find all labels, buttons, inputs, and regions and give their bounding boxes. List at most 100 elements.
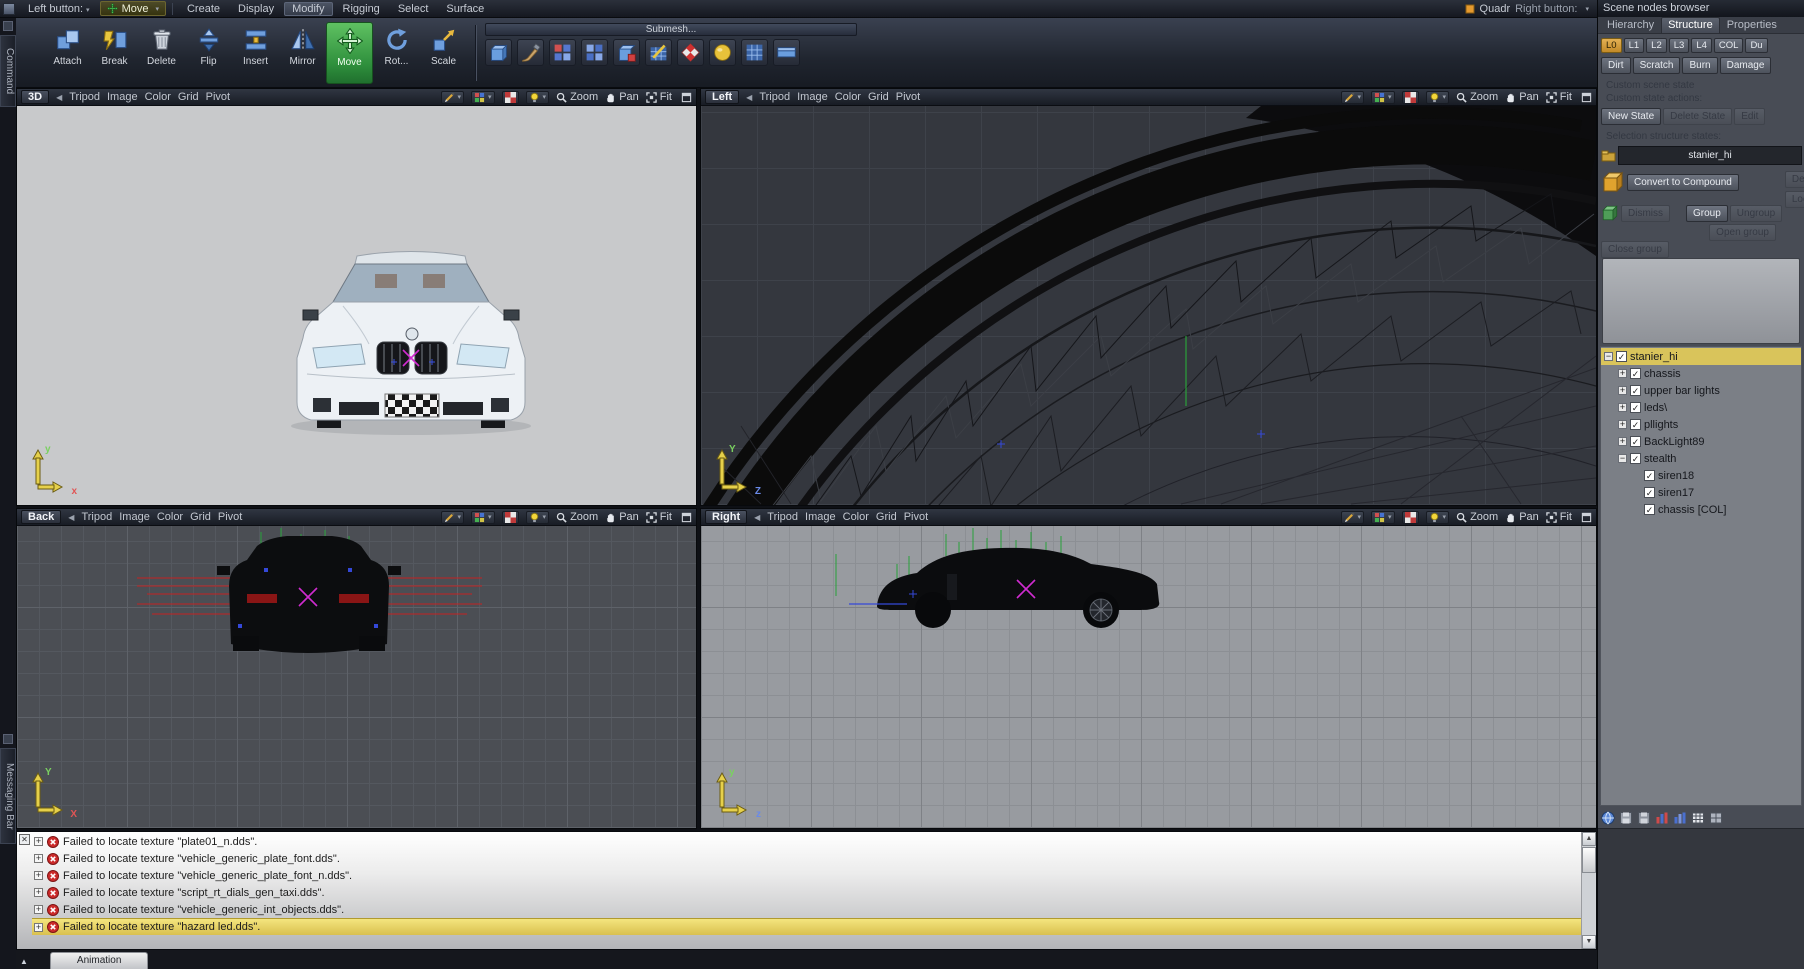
viewport-menu-tripod[interactable]: Tripod [81, 511, 112, 523]
fit-button[interactable]: Fit [1546, 91, 1572, 103]
ungroup-button[interactable]: Ungroup [1730, 205, 1782, 222]
menu-surface[interactable]: Surface [438, 2, 492, 16]
delete-state-button[interactable]: Delete State [1663, 108, 1732, 125]
message-row[interactable]: + Failed to locate texture "hazard led.d… [32, 918, 1581, 935]
new-state-button[interactable]: New State [1601, 108, 1661, 125]
group-button[interactable]: Group [1686, 205, 1728, 222]
expand-icon[interactable]: + [34, 905, 43, 914]
lod-l4-button[interactable]: L4 [1691, 38, 1712, 53]
collapse-arrow-icon[interactable]: ◀ [746, 93, 752, 102]
menu-create[interactable]: Create [179, 2, 228, 16]
scale-button[interactable]: Scale [420, 22, 467, 84]
left-button-selector[interactable]: Left button:▾ [20, 2, 98, 16]
scrollbar-thumb[interactable] [1582, 847, 1596, 873]
rotate-button[interactable]: Rot... [373, 22, 420, 84]
expand-icon[interactable]: + [34, 837, 43, 846]
node-checkbox[interactable]: ✓ [1630, 368, 1641, 379]
edit-state-button[interactable]: Edit [1734, 108, 1765, 125]
expand-dock-icon[interactable]: ▲ [20, 957, 28, 966]
viewport-menu-image[interactable]: Image [107, 91, 138, 103]
texture-mode-icon[interactable] [1402, 91, 1419, 104]
zoom-button[interactable]: Zoom [556, 91, 598, 103]
flip-button[interactable]: Flip [185, 22, 232, 84]
vertex-color-icon[interactable]: ▾ [1371, 91, 1395, 104]
scratch-button[interactable]: Scratch [1633, 57, 1681, 74]
viewport-menu-pivot[interactable]: Pivot [206, 91, 230, 103]
del-button[interactable]: Del [1785, 171, 1804, 188]
viewport-name[interactable]: 3D [21, 90, 49, 104]
maximize-icon[interactable] [681, 92, 692, 103]
uv-quads-tool-button[interactable] [549, 39, 576, 66]
world-icon[interactable] [1601, 811, 1615, 825]
convert-to-compound-button[interactable]: Convert to Compound [1627, 174, 1739, 191]
tab-properties[interactable]: Properties [1721, 18, 1783, 33]
node-checkbox[interactable]: ✓ [1616, 351, 1627, 362]
viewport-menu-color[interactable]: Color [145, 91, 171, 103]
viewport-menu-color[interactable]: Color [157, 511, 183, 523]
viewport-menu-grid[interactable]: Grid [868, 91, 889, 103]
node-checkbox[interactable]: ✓ [1644, 487, 1655, 498]
fit-button[interactable]: Fit [1546, 511, 1572, 523]
message-row[interactable]: + Failed to locate texture "vehicle_gene… [32, 901, 1581, 918]
node-checkbox[interactable]: ✓ [1630, 436, 1641, 447]
draw-mode-icon[interactable]: ▾ [441, 91, 465, 104]
delete-button[interactable]: Delete [138, 22, 185, 84]
viewport-name[interactable]: Back [21, 510, 61, 524]
tree-node[interactable]: + ✓ chassis [1601, 365, 1801, 382]
state-name-field[interactable]: stanier_hi [1618, 146, 1802, 165]
pan-button[interactable]: Pan [1505, 91, 1539, 103]
mirror-button[interactable]: Mirror [279, 22, 326, 84]
message-row[interactable]: + Failed to locate texture "plate01_n.dd… [32, 833, 1581, 850]
animation-tab[interactable]: Animation [50, 952, 148, 969]
expand-icon[interactable]: + [34, 888, 43, 897]
viewport-menu-image[interactable]: Image [797, 91, 828, 103]
message-row[interactable]: + Failed to locate texture "vehicle_gene… [32, 850, 1581, 867]
maximize-icon[interactable] [1581, 92, 1592, 103]
viewport-canvas-back[interactable]: Y X [17, 526, 696, 828]
lod-l1-button[interactable]: L1 [1624, 38, 1645, 53]
scroll-down-icon[interactable]: ▼ [1582, 935, 1596, 949]
slab-tool-button[interactable] [773, 39, 800, 66]
draw-mode-icon[interactable]: ▾ [441, 511, 465, 524]
tree-expander-icon[interactable]: + [1618, 437, 1627, 446]
tree-node[interactable]: + ✓ BackLight89 [1601, 433, 1801, 450]
messages-scrollbar[interactable]: ▲ ▼ [1581, 832, 1596, 949]
viewport-menu-pivot[interactable]: Pivot [896, 91, 920, 103]
texture-mode-icon[interactable] [502, 511, 519, 524]
message-row[interactable]: + Failed to locate texture "script_rt_di… [32, 884, 1581, 901]
node-checkbox[interactable]: ✓ [1644, 470, 1655, 481]
expand-icon[interactable]: + [34, 854, 43, 863]
columns-icon[interactable] [1673, 811, 1687, 825]
vertex-color-icon[interactable]: ▾ [471, 511, 495, 524]
material-sphere-button[interactable] [709, 39, 736, 66]
dock-icon[interactable] [3, 21, 13, 31]
brush-tool-button[interactable] [517, 39, 544, 66]
lod-col-button[interactable]: COL [1714, 38, 1744, 53]
dock-icon[interactable] [3, 734, 13, 744]
viewport-menu-image[interactable]: Image [119, 511, 150, 523]
expand-icon[interactable]: + [34, 923, 43, 932]
collapse-arrow-icon[interactable]: ◀ [754, 513, 760, 522]
scroll-up-icon[interactable]: ▲ [1582, 832, 1596, 846]
uv-grid-button[interactable] [741, 39, 768, 66]
app-icon[interactable] [3, 3, 15, 15]
tree-node[interactable]: ✓ chassis [COL] [1601, 501, 1801, 518]
zoom-button[interactable]: Zoom [1456, 91, 1498, 103]
open-group-button[interactable]: Open group [1709, 224, 1776, 241]
pan-button[interactable]: Pan [605, 91, 639, 103]
viewport-name[interactable]: Right [705, 510, 747, 524]
dirt-button[interactable]: Dirt [1601, 57, 1631, 74]
tree-expander-icon[interactable]: − [1618, 454, 1627, 463]
node-checkbox[interactable]: ✓ [1630, 385, 1641, 396]
maximize-icon[interactable] [681, 512, 692, 523]
lod-damage-button[interactable]: Du [1745, 38, 1767, 53]
tree-node[interactable]: ✓ siren17 [1601, 484, 1801, 501]
menu-display[interactable]: Display [230, 2, 282, 16]
fit-button[interactable]: Fit [646, 91, 672, 103]
node-checkbox[interactable]: ✓ [1644, 504, 1655, 515]
expand-icon[interactable]: + [34, 871, 43, 880]
lod-l2-button[interactable]: L2 [1646, 38, 1667, 53]
menu-select[interactable]: Select [390, 2, 437, 16]
tree-expander-icon[interactable]: − [1604, 352, 1613, 361]
lod-l3-button[interactable]: L3 [1669, 38, 1690, 53]
